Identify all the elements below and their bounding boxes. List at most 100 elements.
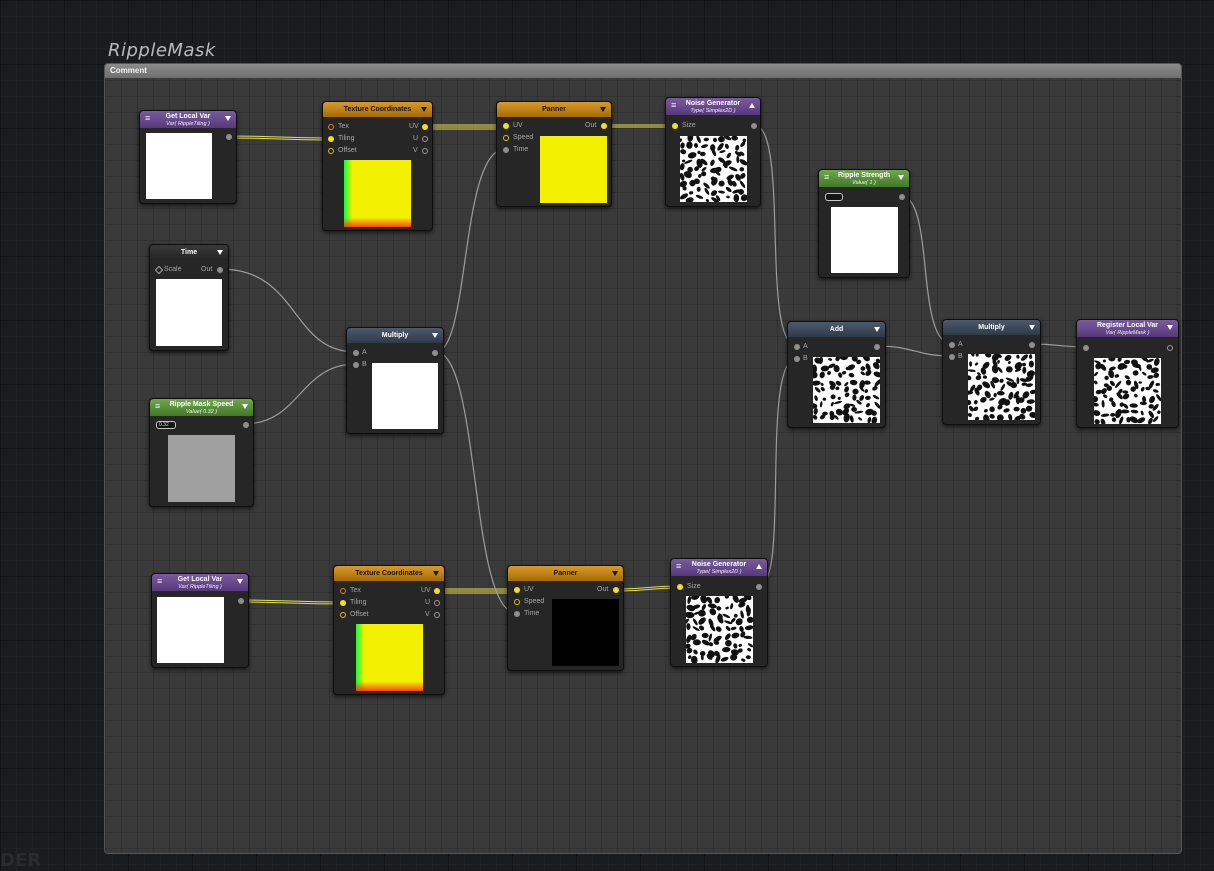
input-port-offset[interactable] xyxy=(340,612,346,618)
output-port[interactable] xyxy=(601,123,607,129)
node-get-local-var-2[interactable]: ≡ Get Local Var Var( RippleTiling ) xyxy=(151,573,249,668)
node-title: Add xyxy=(829,326,844,333)
node-noise-generator-1[interactable]: ≡ Noise Generator Type( Simplex2D ) Size xyxy=(665,97,761,207)
input-port-speed[interactable] xyxy=(514,599,520,605)
input-port-time[interactable] xyxy=(514,611,520,617)
input-port-a[interactable] xyxy=(353,350,359,356)
output-port-uv[interactable] xyxy=(434,588,440,594)
node-multiply-2[interactable]: Multiply A B xyxy=(942,319,1041,425)
output-port[interactable] xyxy=(432,350,438,356)
triangle-down-icon[interactable] xyxy=(1167,325,1173,330)
input-port-tex[interactable] xyxy=(328,124,334,130)
value-field[interactable] xyxy=(825,193,843,201)
node-header[interactable]: Texture Coordinates xyxy=(323,102,432,117)
output-port[interactable] xyxy=(874,344,880,350)
node-header[interactable]: Multiply xyxy=(347,328,443,343)
input-port-size[interactable] xyxy=(672,123,678,129)
output-port[interactable] xyxy=(238,598,244,604)
input-port-tex[interactable] xyxy=(340,588,346,594)
noise-preview xyxy=(968,354,1035,420)
input-port[interactable] xyxy=(1083,345,1089,351)
comment-header[interactable]: Comment xyxy=(105,64,1181,78)
node-header[interactable]: ≡ Noise Generator Type( Simplex2D ) xyxy=(666,98,760,115)
node-header[interactable]: ≡ Ripple Strength Value( 1 ) xyxy=(819,170,909,187)
triangle-down-icon[interactable] xyxy=(225,116,231,121)
output-port-u[interactable] xyxy=(422,136,428,142)
node-title: Texture Coordinates xyxy=(343,106,412,113)
node-multiply-1[interactable]: Multiply A B xyxy=(346,327,444,434)
output-port[interactable] xyxy=(751,123,757,129)
node-noise-generator-2[interactable]: ≡ Noise Generator Type( Simplex2D ) Size xyxy=(670,558,768,667)
input-port-time[interactable] xyxy=(503,147,509,153)
node-header[interactable]: Register Local Var Var( RippleMask ) xyxy=(1077,320,1178,337)
output-port-u[interactable] xyxy=(434,600,440,606)
hamburger-icon[interactable]: ≡ xyxy=(157,577,162,586)
triangle-down-icon[interactable] xyxy=(432,333,438,338)
node-header[interactable]: ≡ Get Local Var Var( RippleTiling ) xyxy=(152,574,248,591)
value-field[interactable]: 0.32 xyxy=(156,421,176,429)
hamburger-icon[interactable]: ≡ xyxy=(155,402,160,411)
output-port[interactable] xyxy=(613,587,619,593)
node-texture-coordinates-2[interactable]: Texture Coordinates Tex Tiling Offset UV… xyxy=(333,565,445,695)
node-ripple-strength[interactable]: ≡ Ripple Strength Value( 1 ) xyxy=(818,169,910,278)
node-get-local-var-1[interactable]: ≡ Get Local Var Var( RippleTiling ) xyxy=(139,110,237,204)
triangle-up-icon[interactable] xyxy=(756,564,762,569)
triangle-down-icon[interactable] xyxy=(612,571,618,576)
triangle-down-icon[interactable] xyxy=(242,404,248,409)
input-port-b[interactable] xyxy=(353,362,359,368)
node-ripple-mask-speed[interactable]: ≡ Ripple Mask Speed Value( 0.32 ) 0.32 xyxy=(149,398,254,507)
input-port-size[interactable] xyxy=(677,584,683,590)
output-port[interactable] xyxy=(226,134,232,140)
hamburger-icon[interactable]: ≡ xyxy=(676,562,681,571)
hamburger-icon[interactable]: ≡ xyxy=(824,173,829,182)
node-header[interactable]: ≡ Noise Generator Type( Simplex2D ) xyxy=(671,559,767,576)
triangle-down-icon[interactable] xyxy=(898,175,904,180)
node-header[interactable]: Time xyxy=(150,245,228,260)
node-header[interactable]: Texture Coordinates xyxy=(334,566,444,581)
triangle-down-icon[interactable] xyxy=(433,571,439,576)
output-port[interactable] xyxy=(243,422,249,428)
input-port-offset[interactable] xyxy=(328,148,334,154)
triangle-down-icon[interactable] xyxy=(421,107,427,112)
input-port-scale[interactable] xyxy=(154,265,164,275)
input-port-uv[interactable] xyxy=(503,123,509,129)
output-port-uv[interactable] xyxy=(422,124,428,130)
input-port-tiling[interactable] xyxy=(340,600,346,606)
node-header[interactable]: Panner xyxy=(497,102,611,117)
output-port-v[interactable] xyxy=(434,612,440,618)
hamburger-icon[interactable]: ≡ xyxy=(145,114,150,123)
comment-title[interactable]: RippleMask xyxy=(108,40,216,61)
triangle-down-icon[interactable] xyxy=(217,250,223,255)
output-port[interactable] xyxy=(756,584,762,590)
triangle-up-icon[interactable] xyxy=(749,103,755,108)
input-port-speed[interactable] xyxy=(503,135,509,141)
output-port[interactable] xyxy=(1029,342,1035,348)
node-time[interactable]: Time Scale Out xyxy=(149,244,229,351)
input-port-uv[interactable] xyxy=(514,587,520,593)
node-header[interactable]: Multiply xyxy=(943,320,1040,335)
input-port-a[interactable] xyxy=(949,342,955,348)
triangle-down-icon[interactable] xyxy=(1029,325,1035,330)
hamburger-icon[interactable]: ≡ xyxy=(671,101,676,110)
comment-box[interactable]: Comment xyxy=(104,63,1182,854)
node-panner-1[interactable]: Panner UV Speed Time Out xyxy=(496,101,612,207)
node-add[interactable]: Add A B xyxy=(787,321,886,428)
node-register-local-var[interactable]: Register Local Var Var( RippleMask ) xyxy=(1076,319,1179,428)
triangle-down-icon[interactable] xyxy=(237,579,243,584)
input-port-a[interactable] xyxy=(794,344,800,350)
node-panner-2[interactable]: Panner UV Speed Time Out xyxy=(507,565,624,671)
input-port-b[interactable] xyxy=(794,356,800,362)
node-header[interactable]: Add xyxy=(788,322,885,337)
node-header[interactable]: ≡ Ripple Mask Speed Value( 0.32 ) xyxy=(150,399,253,416)
triangle-down-icon[interactable] xyxy=(874,327,880,332)
output-port-v[interactable] xyxy=(422,148,428,154)
output-port[interactable] xyxy=(899,194,905,200)
input-port-tiling[interactable] xyxy=(328,136,334,142)
input-port-b[interactable] xyxy=(949,354,955,360)
node-texture-coordinates-1[interactable]: Texture Coordinates Tex Tiling Offset UV… xyxy=(322,101,433,231)
node-header[interactable]: ≡ Get Local Var Var( RippleTiling ) xyxy=(140,111,236,128)
output-port[interactable] xyxy=(217,267,223,273)
triangle-down-icon[interactable] xyxy=(600,107,606,112)
output-port[interactable] xyxy=(1167,345,1173,351)
node-header[interactable]: Panner xyxy=(508,566,623,581)
